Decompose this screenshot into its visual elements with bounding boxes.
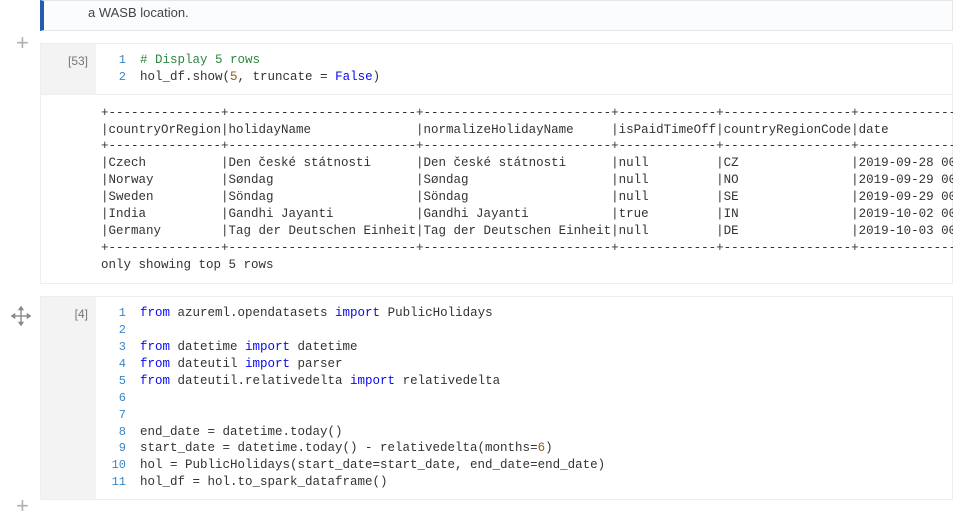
move-icon [10, 305, 32, 327]
add-cell-button-top[interactable]: + [16, 32, 29, 54]
code-line: 1 # Display 5 rows [96, 52, 952, 69]
line-number: 3 [102, 339, 126, 356]
output-row: |Czech |Den české státnosti |Den české s… [101, 155, 952, 172]
code-cell-2[interactable]: [4] 1 from azureml.opendatasets import Pu… [40, 296, 953, 500]
code-text: hol_df = hol.to_spark_dataframe() [140, 474, 388, 491]
line-number: 10 [102, 457, 126, 474]
code-text [140, 407, 148, 424]
line-number: 5 [102, 373, 126, 390]
line-number: 6 [102, 390, 126, 407]
info-banner-text: a WASB location. [88, 5, 189, 22]
code-text: hol_df.show(5, truncate = False) [140, 69, 380, 86]
code-text [140, 322, 148, 339]
cell-prompt: [4] [41, 297, 96, 499]
line-number: 4 [102, 356, 126, 373]
plus-icon: + [16, 493, 29, 518]
line-number: 9 [102, 440, 126, 457]
output-border: +---------------+-----------------------… [101, 138, 952, 155]
cell-prompt-label: [4] [75, 307, 88, 321]
code-text: from dateutil import parser [140, 356, 343, 373]
cell-prompt-label: [53] [68, 54, 88, 68]
code-text: end_date = datetime.today() [140, 424, 343, 441]
cell-prompt: [53] [41, 44, 96, 94]
code-text: # Display 5 rows [140, 52, 260, 69]
output-row: |Norway |Søndag |Søndag |null |NO |2019-… [101, 172, 952, 189]
line-number: 8 [102, 424, 126, 441]
code-text: from datetime import datetime [140, 339, 358, 356]
code-text: from azureml.opendatasets import PublicH… [140, 305, 493, 322]
code-cell-1[interactable]: [53] 1 # Display 5 rows 2 hol_df.show(5,… [40, 43, 953, 95]
output-row: |Sweden |Söndag |Söndag |null |SE |2019-… [101, 189, 952, 206]
code-line: 2 hol_df.show(5, truncate = False) [96, 69, 952, 86]
line-number: 7 [102, 407, 126, 424]
output-row: |Germany |Tag der Deutschen Einheit|Tag … [101, 223, 952, 240]
output-border: +---------------+-----------------------… [101, 105, 952, 122]
cell-output: +---------------+-----------------------… [40, 95, 953, 285]
line-number: 1 [102, 52, 126, 69]
code-editor[interactable]: 1 from azureml.opendatasets import Public… [96, 297, 952, 499]
code-text: start_date = datetime.today() - relative… [140, 440, 553, 457]
plus-icon: + [16, 30, 29, 55]
line-number: 2 [102, 322, 126, 339]
code-editor[interactable]: 1 # Display 5 rows 2 hol_df.show(5, trun… [96, 44, 952, 94]
output-row: |India |Gandhi Jayanti |Gandhi Jayanti |… [101, 206, 952, 223]
output-header: |countryOrRegion|holidayName |normalizeH… [101, 122, 952, 139]
output-footer: only showing top 5 rows [101, 257, 952, 274]
info-banner: a WASB location. [40, 0, 953, 31]
code-text: hol = PublicHolidays(start_date=start_da… [140, 457, 605, 474]
cell-drag-handle[interactable] [10, 305, 32, 330]
line-number: 1 [102, 305, 126, 322]
add-cell-button-bottom[interactable]: + [16, 495, 29, 517]
code-text: from dateutil.relativedelta import relat… [140, 373, 500, 390]
line-number: 2 [102, 69, 126, 86]
output-border: +---------------+-----------------------… [101, 240, 952, 257]
code-text [140, 390, 148, 407]
line-number: 11 [102, 474, 126, 491]
